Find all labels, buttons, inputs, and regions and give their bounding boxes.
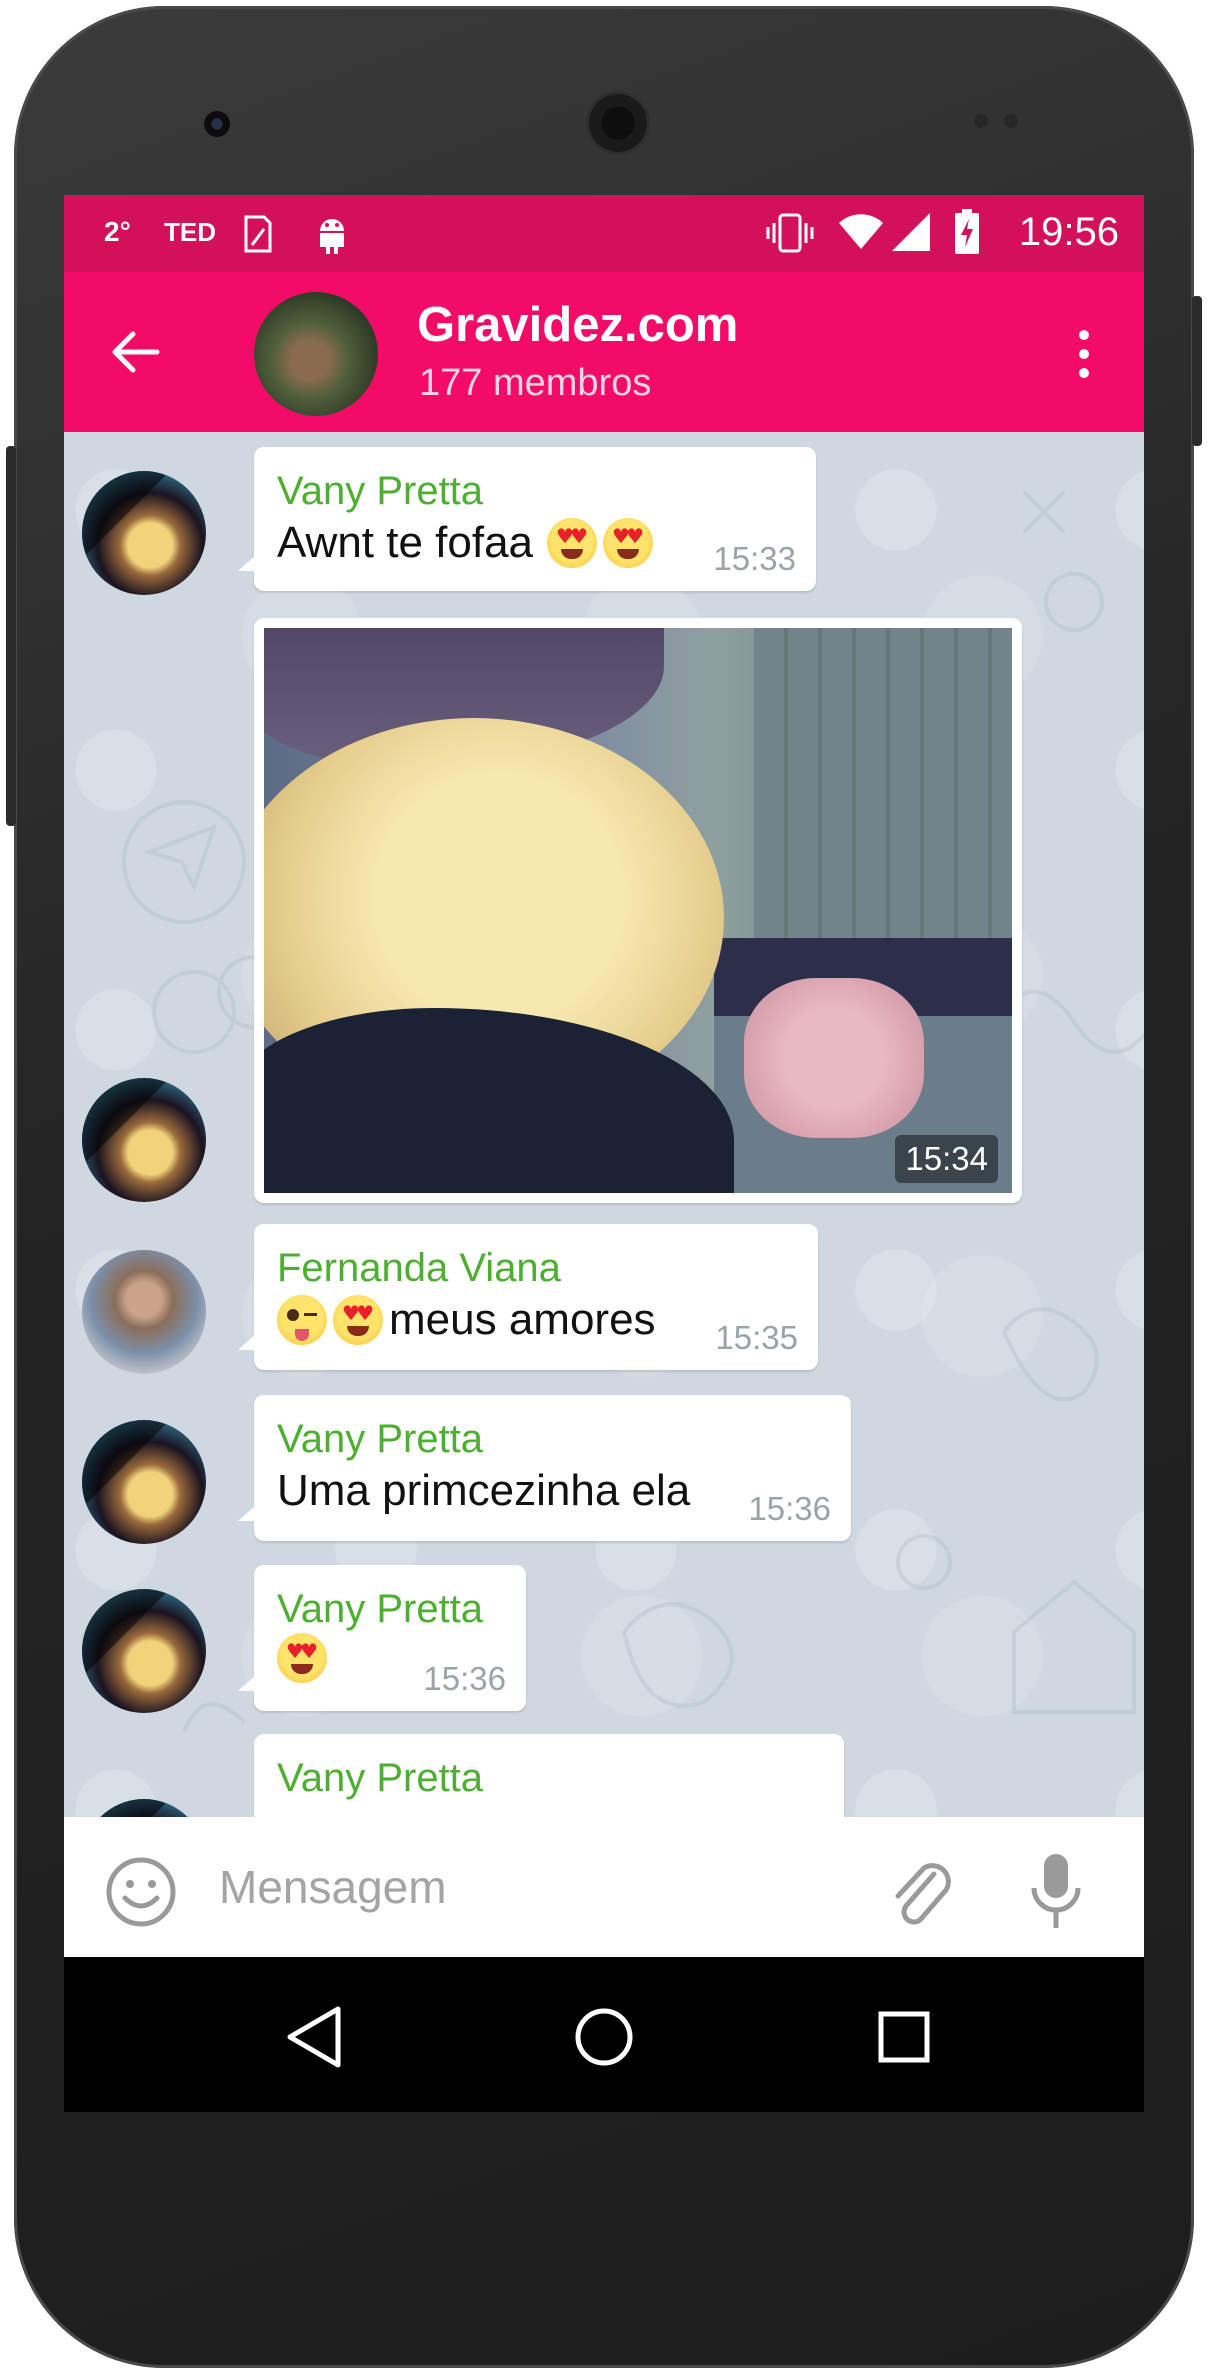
system-nav-bar xyxy=(64,1957,1144,2112)
front-camera xyxy=(204,111,230,137)
arrow-back-icon xyxy=(112,331,160,373)
voice-record-button[interactable] xyxy=(1019,1851,1093,1931)
heart-eyes-emoji xyxy=(277,1633,327,1683)
shared-photo[interactable]: 15:34 xyxy=(264,628,1012,1193)
light-sensor xyxy=(1004,114,1018,128)
sender-avatar[interactable] xyxy=(82,471,206,595)
group-title[interactable]: Gravidez.com xyxy=(417,292,738,358)
chat-header: Gravidez.com 177 membros xyxy=(64,272,1144,432)
message-bubble[interactable]: Vany Pretta 15:36 xyxy=(238,1565,526,1711)
message-list[interactable]: Vany Pretta Awnt te fofaa 15:33 15:34 xyxy=(64,432,1144,1817)
nav-home-button[interactable] xyxy=(564,1997,644,2077)
circle-home-icon xyxy=(575,2008,633,2066)
message-text: Uma primcezinha ela xyxy=(277,1466,691,1515)
attach-button[interactable] xyxy=(884,1855,958,1929)
wifi-icon xyxy=(837,211,885,267)
nav-recents-button[interactable] xyxy=(864,1997,944,2077)
message-time: 15:36 xyxy=(423,1660,506,1697)
message-bubble[interactable]: Fernanda Viana meus amores 15:35 xyxy=(238,1224,818,1370)
photo-time: 15:34 xyxy=(895,1135,998,1183)
sender-name[interactable]: Fernanda Viana xyxy=(277,1242,561,1294)
message-composer xyxy=(64,1817,1144,1957)
sender-avatar[interactable] xyxy=(82,1589,206,1713)
photo-message[interactable]: 15:34 xyxy=(254,618,1022,1203)
vibrate-icon xyxy=(764,213,816,269)
heart-eyes-emoji xyxy=(333,1295,383,1345)
sender-avatar[interactable] xyxy=(82,1420,206,1544)
power-button xyxy=(1192,296,1202,446)
heart-eyes-emoji xyxy=(603,518,654,568)
temperature-indicator: 2° xyxy=(104,216,131,247)
emoji-button[interactable] xyxy=(104,1855,178,1929)
microphone-icon xyxy=(1031,1854,1081,1928)
message-time: 15:33 xyxy=(713,540,796,577)
sender-name[interactable]: Vany Pretta xyxy=(277,1413,483,1465)
message-text-content: Awnt te fofaa xyxy=(277,518,534,567)
sender-name[interactable]: Vany Pretta xyxy=(277,465,483,517)
square-recents-icon xyxy=(878,2011,930,2063)
message-time: 15:36 xyxy=(748,1490,831,1527)
back-button[interactable] xyxy=(104,320,168,384)
message-text xyxy=(277,1633,333,1683)
volume-button xyxy=(6,446,16,826)
sender-avatar[interactable] xyxy=(82,1078,206,1202)
message-time: 15:35 xyxy=(715,1319,798,1356)
smiley-icon xyxy=(106,1857,176,1927)
nav-back-button[interactable] xyxy=(274,1997,354,2077)
heart-eyes-emoji xyxy=(547,518,598,568)
clock: 19:56 xyxy=(1018,210,1119,254)
screen: 2° TED 19:56 Gravidez.com 177 membros Va… xyxy=(64,195,1144,2112)
message-text: meus amores xyxy=(277,1292,656,1348)
group-avatar[interactable] xyxy=(254,292,378,416)
sender-avatar[interactable] xyxy=(82,1799,206,1817)
battery-charging-icon xyxy=(954,209,980,271)
photo-pillow xyxy=(744,978,924,1138)
earpiece-speaker xyxy=(589,94,647,152)
more-options-icon[interactable] xyxy=(1064,322,1104,386)
sim-card-icon xyxy=(244,215,272,269)
status-bar: 2° TED 19:56 xyxy=(64,195,1144,272)
triangle-back-icon xyxy=(287,2006,341,2068)
paperclip-icon xyxy=(895,1863,951,1925)
message-text-content: meus amores xyxy=(389,1295,656,1344)
message-input[interactable] xyxy=(219,1857,819,1917)
message-bubble[interactable]: Vany Pretta xyxy=(254,1734,844,1817)
message-bubble[interactable]: Vany Pretta Uma primcezinha ela 15:36 xyxy=(238,1395,851,1541)
proximity-sensor xyxy=(974,114,988,128)
android-debug-icon xyxy=(314,213,350,271)
member-count: 177 membros xyxy=(419,362,652,404)
sender-name[interactable]: Vany Pretta xyxy=(277,1752,483,1804)
sender-name[interactable]: Vany Pretta xyxy=(277,1583,483,1635)
message-bubble[interactable]: Vany Pretta Awnt te fofaa 15:33 xyxy=(238,447,816,591)
sender-avatar[interactable] xyxy=(82,1250,206,1374)
ted-app-icon: TED xyxy=(164,217,216,247)
photo-door xyxy=(754,628,1012,938)
winking-tongue-emoji xyxy=(277,1295,327,1345)
signal-icon xyxy=(890,211,932,269)
message-text: Awnt te fofaa xyxy=(277,515,659,571)
